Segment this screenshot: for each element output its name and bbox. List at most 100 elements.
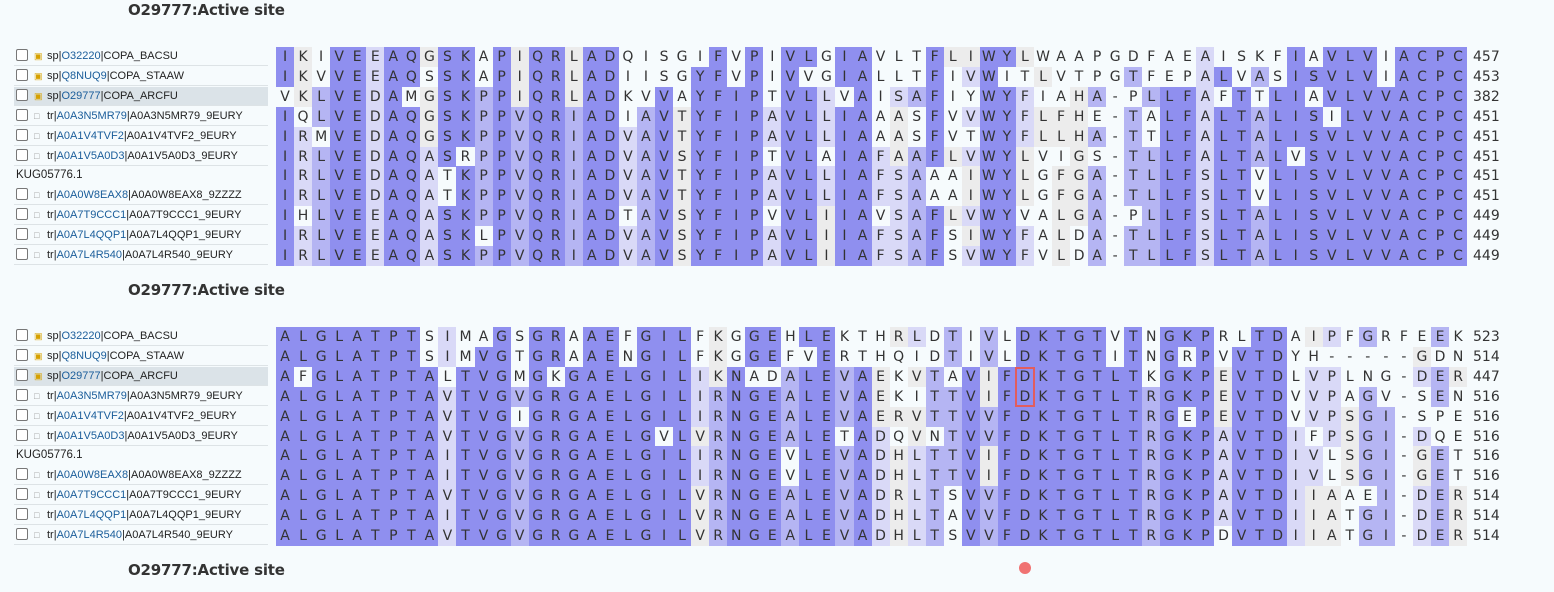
residue: I <box>1376 526 1395 546</box>
row-checkbox[interactable] <box>16 128 28 141</box>
residue: I <box>517 408 522 425</box>
sequence-label: □ tr|A0A7L4R540|A0A7L4R540_9EURY <box>14 526 268 545</box>
row-checkbox[interactable] <box>16 388 28 401</box>
row-checkbox[interactable] <box>16 368 28 381</box>
residue: L <box>799 426 818 447</box>
residue: P <box>384 386 403 407</box>
accession-link[interactable]: A0A1V4TVF2 <box>57 410 124 422</box>
accession-link[interactable]: Q8NUQ9 <box>61 350 106 362</box>
accession-link[interactable]: O32220 <box>61 330 100 342</box>
residue: S <box>438 146 457 167</box>
accession-link[interactable]: A0A7L4R540 <box>57 529 122 541</box>
residue: Q <box>402 126 421 147</box>
row-checkbox[interactable] <box>16 348 28 361</box>
residue: I <box>727 86 746 107</box>
residue: T <box>456 526 475 546</box>
residue: I <box>276 106 295 127</box>
residue: L <box>1142 86 1161 107</box>
accession-link[interactable]: Q8NUQ9 <box>61 70 106 82</box>
accession-link[interactable]: A0A0W8EAX8 <box>57 189 129 201</box>
row-checkbox[interactable] <box>16 208 28 221</box>
residue: F <box>925 106 944 127</box>
residue: I <box>835 106 854 127</box>
residue: P <box>1196 327 1215 347</box>
row-checkbox[interactable] <box>16 408 28 421</box>
db-prefix: tr| <box>47 149 57 162</box>
accession-link[interactable]: O29777 <box>61 90 100 102</box>
residue: Q <box>402 246 421 266</box>
row-checkbox[interactable] <box>16 228 28 241</box>
row-checkbox[interactable] <box>16 88 28 101</box>
accession-link[interactable]: O29777 <box>61 370 100 382</box>
residue: L <box>799 327 818 347</box>
accession-link[interactable]: A0A1V5A0D3 <box>57 430 125 442</box>
accession-link[interactable]: O32220 <box>61 50 100 62</box>
residue: G <box>492 446 511 467</box>
row-checkbox[interactable] <box>16 508 28 521</box>
accession-link[interactable]: A0A7T9CCC1 <box>57 209 127 221</box>
residue: A <box>420 526 439 546</box>
active-site-marker[interactable] <box>1019 562 1032 574</box>
sequence-end-position: 523 <box>1473 329 1500 345</box>
accession-link[interactable]: A0A7L4R540 <box>57 249 122 261</box>
residue: T <box>1255 88 1264 105</box>
residue: T <box>1124 506 1143 527</box>
tr-icon: □ <box>34 130 40 141</box>
db-prefix: tr| <box>47 189 57 202</box>
row-checkbox[interactable] <box>16 468 28 481</box>
residue: E <box>600 446 619 467</box>
residue: R <box>1142 506 1161 527</box>
row-checkbox[interactable] <box>16 68 28 81</box>
residue: I <box>1286 506 1305 527</box>
accession-link[interactable]: A0A7T9CCC1 <box>57 489 127 501</box>
residue: R <box>546 47 565 67</box>
residue: P <box>384 526 403 546</box>
residue: I <box>1286 526 1305 546</box>
residue: A <box>582 526 601 546</box>
residue: I <box>961 47 980 67</box>
residue: L <box>1106 486 1125 507</box>
residue: A <box>781 506 800 527</box>
residue: A <box>1250 66 1269 87</box>
accession-link[interactable]: A0A3N5MR79 <box>57 110 127 122</box>
residue: - <box>1112 228 1118 245</box>
residue: V <box>961 426 980 447</box>
residue: T <box>1052 346 1071 367</box>
accession-link[interactable]: A0A3N5MR79 <box>57 390 127 402</box>
row-checkbox[interactable] <box>16 248 28 260</box>
row-checkbox[interactable] <box>16 49 28 61</box>
residue: I <box>968 329 973 345</box>
row-checkbox[interactable] <box>16 148 28 161</box>
residue: C <box>1412 106 1431 127</box>
residue: A <box>1214 426 1233 447</box>
residue: P <box>384 346 403 367</box>
accession-link[interactable]: A0A0W8EAX8 <box>57 469 129 481</box>
sequence-end-position: 516 <box>1473 388 1500 405</box>
residue: K <box>1178 526 1197 546</box>
residue: A <box>947 508 958 525</box>
residue: T <box>1146 128 1156 145</box>
accession-link[interactable]: A0A7L4QQP1 <box>57 509 127 521</box>
row-checkbox[interactable] <box>16 428 28 441</box>
sequence-end-position: 514 <box>1473 508 1500 525</box>
residue: T <box>1124 366 1143 387</box>
row-checkbox[interactable] <box>16 528 28 540</box>
row-checkbox[interactable] <box>16 488 28 501</box>
accession-link[interactable]: A0A1V4TVF2 <box>57 130 124 142</box>
residue: S <box>438 47 457 67</box>
row-checkbox[interactable] <box>16 188 28 201</box>
residue: K <box>1178 366 1197 387</box>
residue: E <box>1431 486 1450 507</box>
residue: F <box>1015 106 1034 127</box>
residue: R <box>546 226 565 247</box>
row-checkbox[interactable] <box>16 329 28 341</box>
residue: S <box>948 228 958 245</box>
residue: D <box>366 126 385 147</box>
residue: E <box>871 386 890 407</box>
residue: I <box>276 126 295 147</box>
accession-link[interactable]: A0A1V5A0D3 <box>57 150 125 162</box>
residue: F <box>709 186 728 207</box>
row-checkbox[interactable] <box>16 108 28 121</box>
residue: D <box>1015 327 1034 347</box>
accession-link[interactable]: A0A7L4QQP1 <box>57 229 127 241</box>
